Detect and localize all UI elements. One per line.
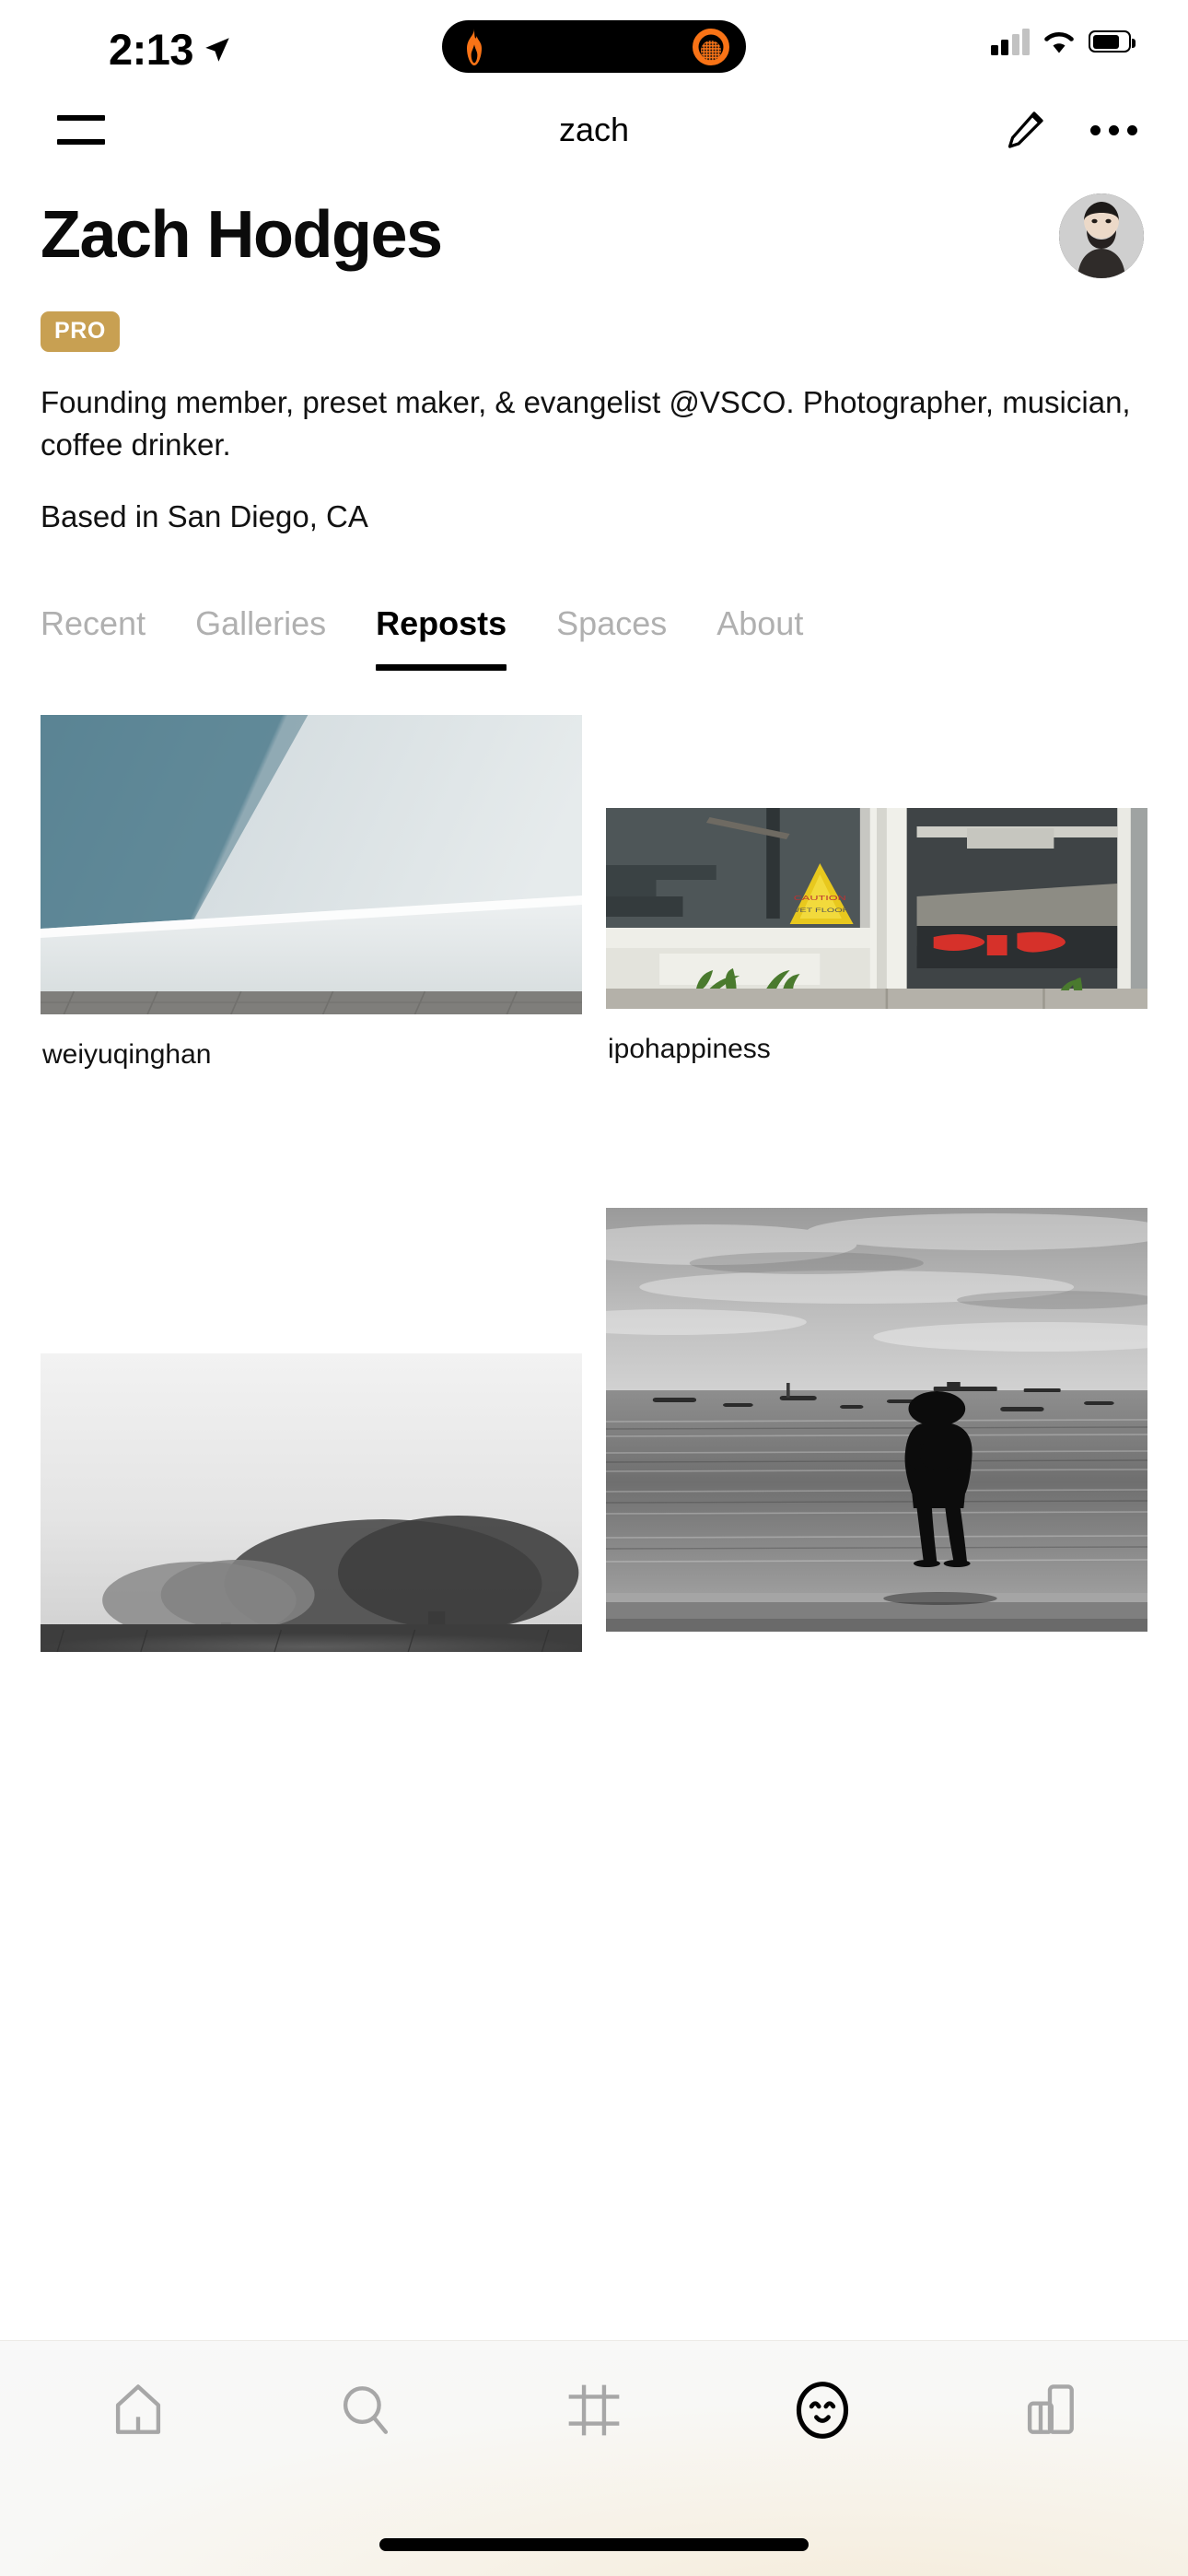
flame-icon xyxy=(467,28,482,65)
more-options-icon[interactable] xyxy=(1090,124,1137,135)
tab-about[interactable]: About xyxy=(716,604,803,658)
search-icon xyxy=(344,2386,389,2434)
home-indicator-bar[interactable] xyxy=(379,2538,809,2551)
tab-galleries[interactable]: Galleries xyxy=(195,604,326,658)
profile-bio: Founding member, preset maker, & evangel… xyxy=(41,385,1131,462)
orange-ring-icon xyxy=(693,28,729,65)
svg-text:CAUTION: CAUTION xyxy=(794,895,846,902)
tab-spaces[interactable] xyxy=(985,2366,1114,2454)
nav-actions xyxy=(1004,109,1137,151)
location-arrow-icon xyxy=(205,37,229,62)
grid-item[interactable]: CAUTION WET FLOOR ipohappiness xyxy=(606,807,1147,1123)
tab-studio[interactable] xyxy=(530,2366,658,2454)
smiley-profile-icon xyxy=(796,2382,848,2439)
reposts-grid: weiyuqinghan CAUTION WET FLOOR ipohappin… xyxy=(0,658,1188,1718)
grid-item[interactable]: weiyuqinghan xyxy=(41,714,582,1129)
battery-icon xyxy=(1089,30,1136,53)
tab-spaces[interactable]: Spaces xyxy=(556,604,667,658)
grid-item[interactable] xyxy=(41,1352,582,1709)
profile-tabs: Recent Galleries Reposts Spaces About xyxy=(0,604,1188,671)
grid-column-left: weiyuqinghan xyxy=(41,714,582,1718)
photo-teal-wall xyxy=(41,714,582,1014)
page-title: Zach Hodges xyxy=(41,198,443,273)
grid-item-caption[interactable]: weiyuqinghan xyxy=(42,1038,582,1071)
photo-storefront-doors: CAUTION WET FLOOR xyxy=(606,807,1147,1009)
tab-profile[interactable] xyxy=(758,2366,887,2454)
studio-crop-icon xyxy=(568,2384,620,2436)
grid-column-right: CAUTION WET FLOOR ipohappiness xyxy=(606,715,1147,1698)
tab-recent[interactable]: Recent xyxy=(41,604,146,658)
hamburger-menu-icon[interactable] xyxy=(57,115,105,145)
photo-shoreline-silhouette xyxy=(606,1207,1147,1632)
status-badge: PRO xyxy=(41,311,120,352)
tab-reposts[interactable]: Reposts xyxy=(376,604,507,671)
profile-header: Zach Hodges xyxy=(0,168,1188,278)
avatar[interactable] xyxy=(1059,193,1144,278)
home-icon xyxy=(115,2384,160,2434)
tab-discover[interactable] xyxy=(301,2366,430,2454)
grid-item-caption[interactable]: ipohappiness xyxy=(608,1033,1147,1066)
profile-location: Based in San Diego, CA xyxy=(41,499,368,534)
cellular-signal-icon xyxy=(990,28,1030,55)
tab-home[interactable] xyxy=(74,2366,203,2454)
grid-item[interactable] xyxy=(606,1207,1147,1689)
svg-text:WET FLOOR: WET FLOOR xyxy=(790,907,849,913)
pencil-edit-icon[interactable] xyxy=(1004,109,1046,151)
app-nav-bar: zach xyxy=(0,92,1188,168)
status-bar-time-group: 2:13 xyxy=(109,24,233,75)
photo-foggy-trees xyxy=(41,1352,582,1652)
status-bar-indicators xyxy=(990,28,1136,55)
dynamic-island[interactable] xyxy=(442,20,746,73)
wifi-icon xyxy=(1044,31,1074,53)
bottom-tab-bar xyxy=(0,2340,1188,2576)
status-bar-time: 2:13 xyxy=(109,25,194,74)
status-bar: 2:13 xyxy=(0,0,1188,92)
spaces-icon xyxy=(1028,2384,1075,2434)
user-avatar-photo xyxy=(1059,193,1144,278)
